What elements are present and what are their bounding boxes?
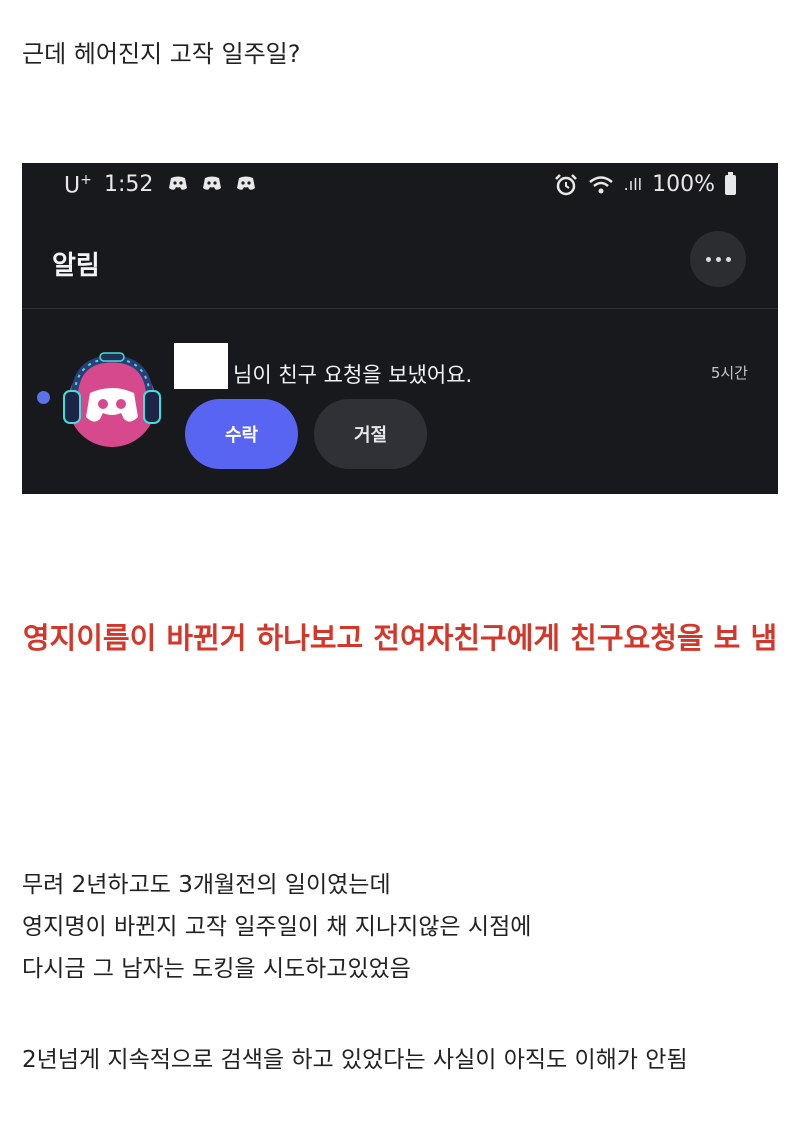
paragraph-line: 다시금 그 남자는 도킹을 시도하고있었음 xyxy=(22,956,411,982)
more-dots-icon xyxy=(705,256,711,262)
header-divider xyxy=(22,308,778,309)
battery-percent: 100% xyxy=(652,172,715,197)
discord-notif-icon xyxy=(237,176,255,190)
discord-notif-icon xyxy=(169,176,187,190)
status-right-group: .ıll 100% xyxy=(554,171,736,197)
paragraph-line: 영지명이 바뀐지 고작 일주일이 채 지나지않은 시점에 xyxy=(22,914,532,940)
alarm-icon xyxy=(554,173,577,195)
notification-time: 5시간 xyxy=(710,364,748,382)
more-options-button[interactable] xyxy=(690,231,746,287)
redacted-username xyxy=(174,343,228,389)
status-time: 1:52 xyxy=(104,172,154,197)
battery-icon xyxy=(725,171,736,195)
signal-icon: .ıll xyxy=(623,175,643,194)
page-title: 알림 xyxy=(52,251,100,281)
avatar[interactable] xyxy=(60,347,164,451)
carrier-label: U+ xyxy=(64,172,92,199)
post-intro-text: 근데 헤어진지 고작 일주일? xyxy=(22,40,301,68)
wifi-icon xyxy=(588,175,613,193)
closing-line: 2년넘게 지속적으로 검색을 하고 있었다는 사실이 아직도 이해가 안됨 xyxy=(22,1047,688,1073)
unread-indicator xyxy=(37,391,50,404)
notification-icons xyxy=(168,175,256,191)
post-headline: 영지이름이 바뀐거 하나보고 전여자친구에게 친구요청을 보 냄 xyxy=(22,621,778,655)
discord-screenshot: U+ 1:52 .ıll 100% 알림 님이 친구 요청을 보냈어요. 5시간… xyxy=(22,163,778,494)
status-bar: U+ 1:52 .ıll 100% xyxy=(22,163,778,207)
discord-notif-icon xyxy=(203,176,221,190)
friend-request-message: 님이 친구 요청을 보냈어요. xyxy=(233,363,473,387)
paragraph-line: 무려 2년하고도 3개월전의 일이였는데 xyxy=(22,872,391,898)
accept-button[interactable]: 수락 xyxy=(185,399,298,469)
decline-button[interactable]: 거절 xyxy=(314,399,427,469)
headphone-avatar-decoration-icon xyxy=(63,352,161,447)
